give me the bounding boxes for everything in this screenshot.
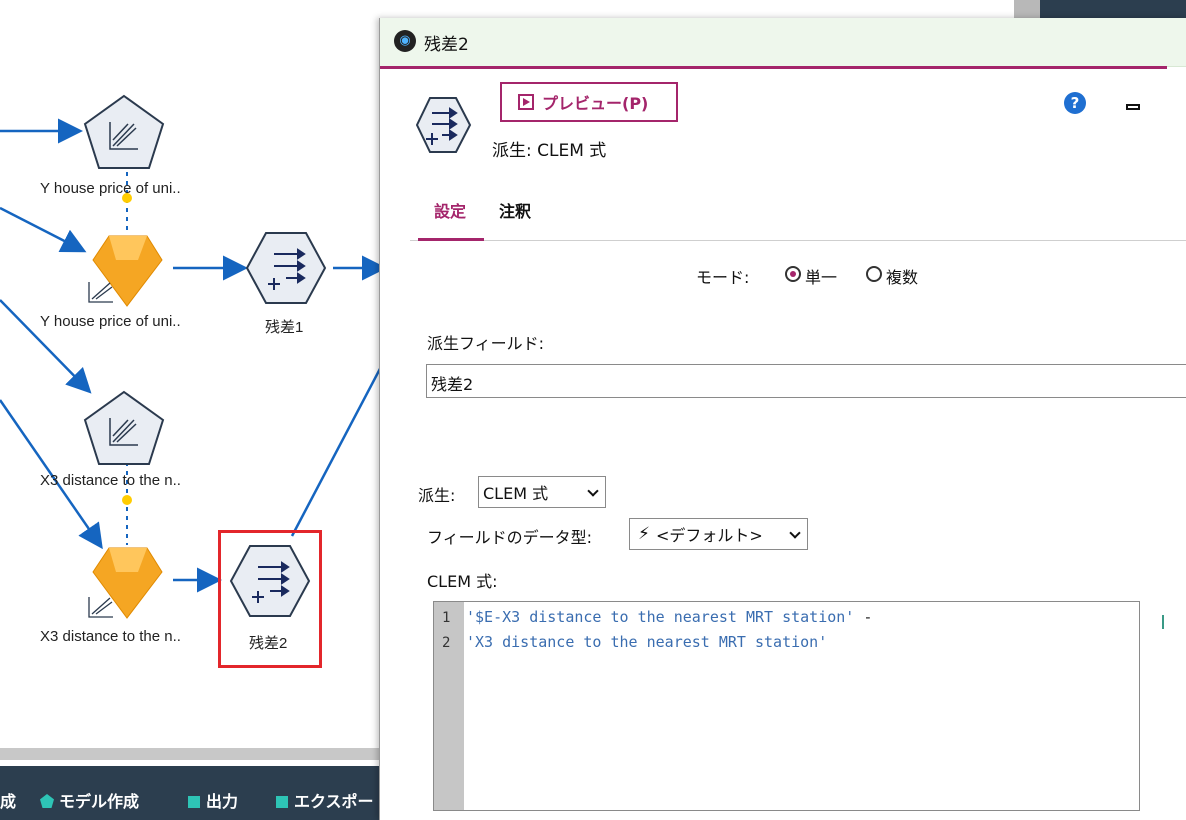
derive-node-dialog: ◉ 残差2 プレビュー(P) ? 派生: CLEM 式 設定 注釈 モード: 単… [379, 18, 1186, 820]
model-nugget-y-house-price[interactable] [88, 235, 163, 307]
derive-field-label: 派生フィールド: [427, 334, 545, 353]
derive-icon [416, 97, 472, 153]
square-icon [188, 796, 200, 808]
node-type-label: 派生: CLEM 式 [492, 141, 607, 161]
connection-line [0, 206, 87, 253]
line-number-gutter [434, 602, 464, 810]
title-accent-line [380, 66, 1167, 69]
play-icon [518, 94, 534, 110]
palette-tab-modeling[interactable]: モデル作成 [40, 788, 139, 812]
line-number: 1 [442, 610, 451, 626]
derive-as-value: CLEM 式 [483, 484, 549, 503]
node-label: Y house price of uni.. [40, 180, 181, 197]
node-label: Y house price of uni.. [40, 313, 181, 330]
scatter-plot-icon [88, 597, 113, 618]
mode-single-radio[interactable] [785, 266, 801, 282]
field-type-select[interactable]: ⚡ <デフォルト> [629, 518, 808, 550]
square-icon [276, 796, 288, 808]
clem-expression-editor[interactable]: 1 2 '$E-X3 distance to the nearest MRT s… [433, 601, 1140, 811]
code-line[interactable]: '$E-X3 distance to the nearest MRT stati… [466, 608, 872, 626]
graph-node-x3-distance[interactable] [83, 390, 165, 465]
code-string: 'X3 distance to the nearest MRT station' [466, 633, 828, 651]
node-label: X3 distance to the n.. [40, 628, 181, 645]
mode-multiple-radio[interactable] [866, 266, 882, 282]
node-label: X3 distance to the n.. [40, 472, 181, 489]
scatter-plot-icon [88, 282, 113, 303]
model-nugget-x3-distance[interactable] [88, 547, 163, 619]
mode-label: モード: [696, 268, 750, 287]
background-window-header [1040, 0, 1186, 18]
connection-line [290, 364, 382, 537]
line-number: 2 [442, 635, 451, 651]
field-type-label: フィールドのデータ型: [427, 528, 593, 547]
dialog-title: 残差2 [424, 35, 469, 55]
derive-as-select[interactable]: CLEM 式 [478, 476, 606, 508]
node-label: 残差1 [265, 319, 304, 336]
mode-single-label[interactable]: 単一 [805, 264, 837, 288]
selection-highlight [218, 530, 322, 668]
dialog-titlebar[interactable]: ◉ 残差2 [380, 18, 1186, 67]
derive-as-label: 派生: [418, 486, 456, 505]
help-icon[interactable]: ? [1064, 92, 1086, 114]
code-line[interactable]: 'X3 distance to the nearest MRT station' [466, 633, 827, 651]
nugget-sparkle-icon [122, 495, 132, 505]
code-operator: - [854, 608, 873, 626]
chevron-down-icon [587, 485, 599, 497]
palette-tab-export[interactable]: エクスポー [276, 788, 374, 812]
canvas-horizontal-scrollbar[interactable] [0, 748, 382, 760]
active-tab-indicator [418, 238, 484, 241]
mode-multiple-label[interactable]: 複数 [886, 264, 918, 288]
palette-tab-output[interactable]: 出力 [188, 788, 238, 812]
pentagon-icon [40, 794, 54, 808]
app-globe-icon: ◉ [394, 30, 416, 52]
chevron-down-icon [789, 527, 801, 539]
background-window-edge [1014, 0, 1040, 18]
editor-side-toolbar [1162, 615, 1168, 629]
palette-tab-source[interactable]: 成 [0, 788, 16, 812]
derive-node-residual-1[interactable] [245, 232, 327, 304]
preview-label: プレビュー(P) [542, 94, 649, 113]
tab-settings[interactable]: 設定 [434, 198, 466, 222]
minimize-icon[interactable] [1126, 104, 1140, 110]
preview-button[interactable]: プレビュー(P) [500, 82, 678, 122]
clem-label: CLEM 式: [427, 572, 498, 591]
graph-node-y-house-price[interactable] [83, 94, 165, 169]
node-palette-bar: 成 モデル作成 出力 エクスポー [0, 766, 382, 820]
derive-field-input[interactable]: 残差2 [426, 364, 1186, 398]
field-type-value: <デフォルト> [655, 526, 763, 545]
tab-divider [410, 240, 1186, 241]
tab-annotations[interactable]: 注釈 [499, 198, 531, 222]
lightning-icon: ⚡ [638, 524, 650, 544]
code-string: '$E-X3 distance to the nearest MRT stati… [466, 608, 855, 626]
